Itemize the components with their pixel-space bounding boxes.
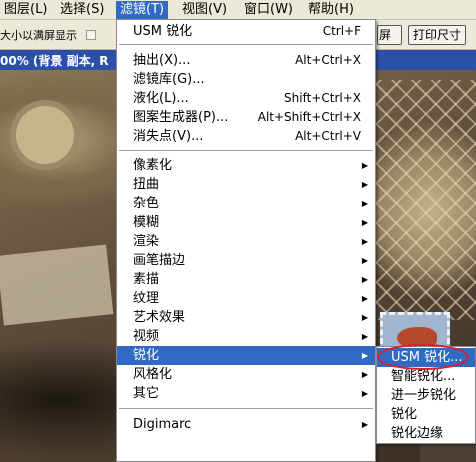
submenu-arrow-icon: ▶ [361, 237, 368, 246]
menu-item-liquify[interactable]: 液化(L)... Shift+Ctrl+X [117, 89, 375, 108]
menu-item-label: 滤镜库(G)... [133, 72, 205, 87]
menu-item-label: 渲染 [133, 234, 160, 249]
menu-item-label: Digimarc [133, 417, 192, 432]
menu-filter[interactable]: 滤镜(T) [116, 1, 169, 19]
menubar: 图层(L) 选择(S) 滤镜(T) 视图(V) 窗口(W) 帮助(H) [0, 0, 476, 20]
submenu-arrow-icon: ▶ [361, 420, 368, 429]
menu-separator [119, 408, 373, 410]
menu-item-texture[interactable]: 纹理 ▶ [117, 289, 375, 308]
submenu-arrow-icon: ▶ [361, 389, 368, 398]
canvas-net-object [376, 80, 476, 320]
menu-item-filter-gallery[interactable]: 滤镜库(G)... [117, 70, 375, 89]
menu-item-other[interactable]: 其它 ▶ [117, 384, 375, 403]
menu-item-shortcut: Shift+Ctrl+X [284, 91, 361, 105]
menu-select[interactable]: 选择(S) [56, 1, 108, 19]
submenu-arrow-icon: ▶ [361, 275, 368, 284]
menu-item-distort[interactable]: 扭曲 ▶ [117, 175, 375, 194]
submenu-arrow-icon: ▶ [361, 294, 368, 303]
menu-item-label: 图案生成器(P)... [133, 110, 229, 125]
menu-item-stylize[interactable]: 风格化 ▶ [117, 365, 375, 384]
menu-item-brush-strokes[interactable]: 画笔描边 ▶ [117, 251, 375, 270]
menu-item-label: 像素化 [133, 158, 173, 173]
menu-item-pixelate[interactable]: 像素化 ▶ [117, 156, 375, 175]
menu-help[interactable]: 帮助(H) [304, 1, 358, 19]
menu-item-shortcut: Alt+Ctrl+X [295, 53, 361, 67]
menu-item-label: 锐化 [133, 348, 160, 363]
menu-item-label: USM 锐化 [133, 24, 193, 39]
menu-item-label: 抽出(X)... [133, 53, 191, 68]
menu-item-label: 其它 [133, 386, 160, 401]
menu-item-blur[interactable]: 模糊 ▶ [117, 213, 375, 232]
menu-item-label: 杂色 [133, 196, 160, 211]
menu-item-label: 画笔描边 [133, 253, 186, 268]
menu-item-artistic[interactable]: 艺术效果 ▶ [117, 308, 375, 327]
menu-item-digimarc[interactable]: Digimarc ▶ [117, 415, 375, 434]
menu-separator [119, 150, 373, 152]
fit-screen-checkbox-label[interactable]: 大小以满屏显示 [0, 27, 77, 43]
menu-item-video[interactable]: 视频 ▶ [117, 327, 375, 346]
menu-item-sketch[interactable]: 素描 ▶ [117, 270, 375, 289]
menu-item-label: 液化(L)... [133, 91, 189, 106]
document-title: 00% (背景 副本, R [0, 54, 109, 68]
menu-item-noise[interactable]: 杂色 ▶ [117, 194, 375, 213]
submenu-item-sharpen-more[interactable]: 进一步锐化 [377, 386, 475, 405]
checkbox-icon[interactable] [86, 30, 96, 40]
menu-item-usm-last[interactable]: USM 锐化 Ctrl+F [117, 22, 375, 41]
submenu-item-sharpen[interactable]: 锐化 [377, 405, 475, 424]
menu-item-sharpen[interactable]: 锐化 ▶ [117, 346, 375, 365]
submenu-arrow-icon: ▶ [361, 180, 368, 189]
menu-item-label: 扭曲 [133, 177, 160, 192]
menu-layer[interactable]: 图层(L) [0, 1, 51, 19]
menu-item-label: 风格化 [133, 367, 173, 382]
menu-window[interactable]: 窗口(W) [240, 1, 297, 19]
submenu-item-sharpen-edges[interactable]: 锐化边缘 [377, 424, 475, 443]
menu-item-shortcut: Alt+Ctrl+V [295, 129, 361, 143]
submenu-arrow-icon: ▶ [361, 161, 368, 170]
submenu-arrow-icon: ▶ [361, 199, 368, 208]
submenu-arrow-icon: ▶ [361, 313, 368, 322]
fit-screen-button[interactable]: 屏幕 [377, 25, 402, 45]
menu-item-vanishing-point[interactable]: 消失点(V)... Alt+Ctrl+V [117, 127, 375, 146]
menu-item-label: 纹理 [133, 291, 160, 306]
menu-item-label: 模糊 [133, 215, 160, 230]
canvas-paper-object [0, 244, 114, 326]
menu-item-label: 艺术效果 [133, 310, 186, 325]
menu-item-render[interactable]: 渲染 ▶ [117, 232, 375, 251]
menu-separator [119, 44, 373, 46]
menu-item-label: 消失点(V)... [133, 129, 204, 144]
submenu-arrow-icon: ▶ [361, 370, 368, 379]
menu-view[interactable]: 视图(V) [178, 1, 231, 19]
menu-item-extract[interactable]: 抽出(X)... Alt+Ctrl+X [117, 51, 375, 70]
submenu-arrow-icon: ▶ [361, 256, 368, 265]
print-size-button[interactable]: 打印尺寸 [408, 25, 466, 45]
submenu-arrow-icon: ▶ [361, 332, 368, 341]
submenu-arrow-icon: ▶ [361, 218, 368, 227]
annotation-circle [377, 344, 469, 370]
filter-menu: USM 锐化 Ctrl+F 抽出(X)... Alt+Ctrl+X 滤镜库(G)… [116, 19, 376, 462]
menu-item-shortcut: Alt+Shift+Ctrl+X [257, 110, 361, 124]
menu-item-pattern-maker[interactable]: 图案生成器(P)... Alt+Shift+Ctrl+X [117, 108, 375, 127]
submenu-arrow-icon: ▶ [361, 351, 368, 360]
menu-item-shortcut: Ctrl+F [322, 24, 361, 38]
canvas-compass-object [10, 100, 80, 170]
menu-item-label: 素描 [133, 272, 160, 287]
menu-item-label: 视频 [133, 329, 160, 344]
